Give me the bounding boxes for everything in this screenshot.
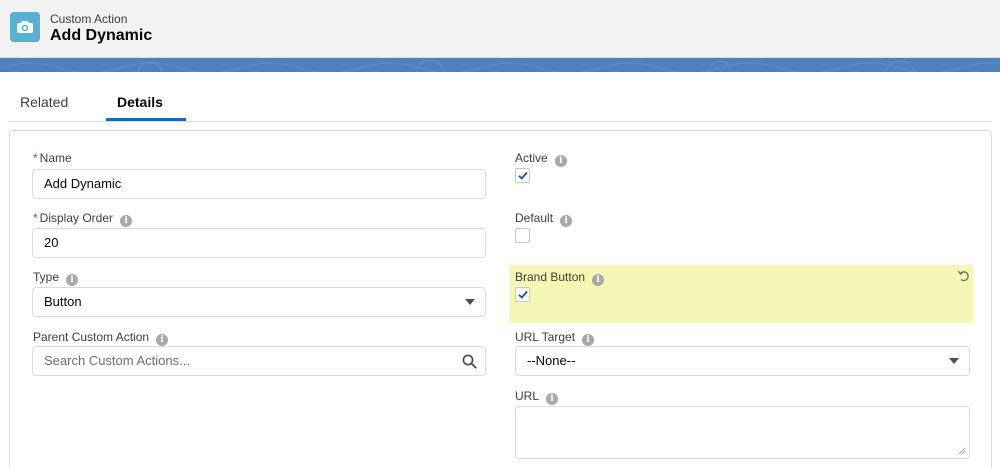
name-field[interactable]: Add Dynamic [32,169,486,199]
type-select[interactable]: Button [32,287,486,317]
parent-custom-action-label: Parent Custom Action i [33,330,169,346]
default-checkbox[interactable] [515,228,530,243]
url-target-label: URL Target i [515,330,595,346]
type-select-value: Button [44,294,82,309]
info-icon[interactable]: i [156,334,169,346]
undo-icon[interactable] [957,269,970,282]
chevron-down-icon [949,358,959,364]
resize-handle-icon[interactable] [958,447,966,455]
info-icon[interactable]: i [66,274,79,286]
info-icon[interactable]: i [582,334,595,346]
info-icon[interactable]: i [560,215,573,227]
name-label: * Name [33,151,72,165]
chevron-down-icon [465,299,475,305]
info-icon[interactable]: i [546,393,559,405]
info-icon[interactable]: i [592,274,605,286]
url-target-select[interactable]: --None-- [515,346,970,376]
brand-button-checkbox[interactable] [515,287,530,302]
active-tab-indicator [106,118,186,121]
banner-pattern [0,59,1000,72]
url-target-select-value: --None-- [527,353,576,368]
search-icon[interactable] [462,354,477,369]
checkmark-icon [518,290,528,299]
info-icon[interactable]: i [554,155,567,167]
parent-custom-action-search[interactable]: Search Custom Actions... [32,346,486,376]
tab-related[interactable]: Related [20,94,68,110]
record-tabs: Related Details [8,84,992,122]
tab-details[interactable]: Details [117,94,163,110]
active-checkbox[interactable] [515,168,530,183]
search-placeholder: Search Custom Actions... [44,353,190,368]
page-header: Custom Action Add Dynamic [0,0,1000,58]
required-marker: * [33,211,38,225]
url-label: URL i [515,389,559,405]
info-icon[interactable]: i [120,215,133,227]
url-textarea[interactable] [515,406,970,459]
record-title: Add Dynamic [50,27,153,44]
default-label: Default i [515,211,573,227]
display-order-field[interactable]: 20 [32,228,486,258]
brand-button-label: Brand Button i [515,270,605,286]
active-label: Active i [515,151,567,167]
display-order-label: * Display Order i [33,211,133,227]
type-label: Type i [33,270,79,286]
header-banner [0,58,1000,72]
required-marker: * [33,151,38,165]
object-type-label: Custom Action [50,12,128,26]
camera-icon [10,12,40,42]
checkmark-icon [518,171,528,180]
